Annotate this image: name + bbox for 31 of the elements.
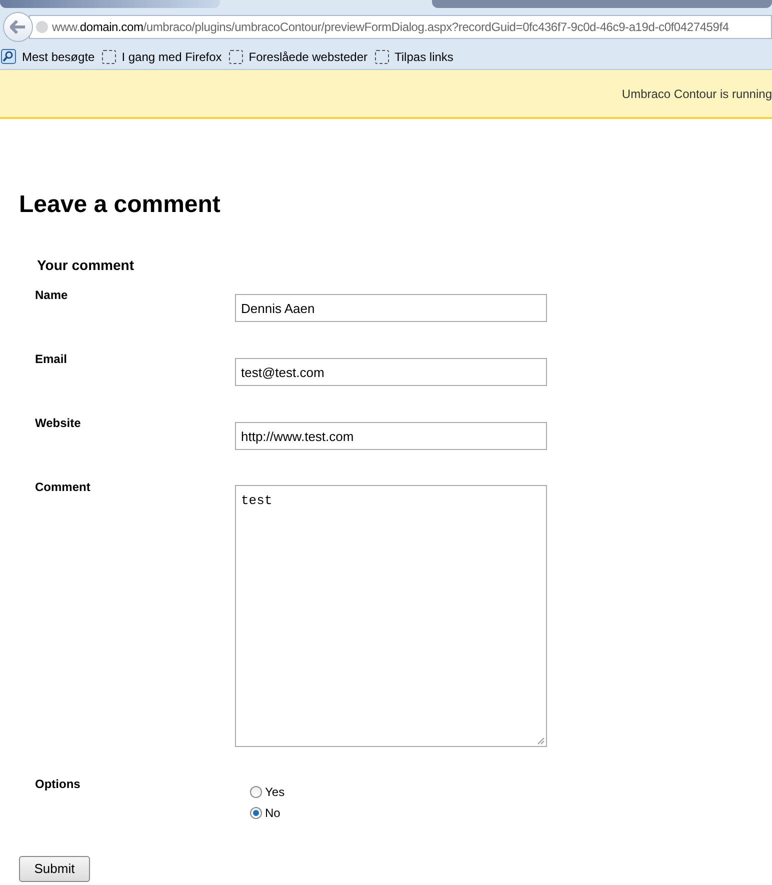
bookmark-link[interactable]: Mest besøgte bbox=[22, 48, 95, 66]
resize-grip-icon bbox=[537, 737, 545, 745]
bookmark-icon bbox=[228, 50, 243, 64]
text-field[interactable]: Dennis Aaen bbox=[235, 294, 547, 322]
field-label: Name bbox=[35, 287, 69, 304]
bookmark-link[interactable]: Foreslåede websteder bbox=[248, 48, 368, 66]
radio-button[interactable] bbox=[250, 807, 262, 819]
address-field[interactable]: www.domain.com/umbraco/plugins/umbracoContour/previewFormDialog.aspx?recordGuid=0fc436f7-9c0d-46c9-a19d-c0f0427459f4 bbox=[29, 15, 772, 39]
section-legend: Your comment bbox=[37, 255, 772, 276]
field-label: Options bbox=[35, 776, 82, 793]
bookmark-icon bbox=[374, 50, 388, 64]
field-label: Website bbox=[35, 415, 82, 432]
search-icon bbox=[1, 49, 16, 64]
text-field[interactable]: test@test.com bbox=[235, 358, 547, 386]
url-text: www.domain.com/umbraco/plugins/umbracoContour/previewFormDialog.aspx?recordGuid=0fc436f7-9c0d-46c9-a19d-c0f0427459f4 bbox=[52, 19, 729, 36]
comment-field[interactable]: test bbox=[235, 485, 547, 747]
bookmark-link[interactable]: I gang med Firefox bbox=[122, 48, 222, 66]
notice-text: Umbraco Contour is running bbox=[622, 86, 772, 102]
field-label: Comment bbox=[35, 479, 92, 496]
form-title: Leave a comment bbox=[19, 191, 222, 219]
radio-label: No bbox=[265, 805, 280, 822]
field-label: Email bbox=[35, 351, 68, 368]
submit-button[interactable]: Submit bbox=[19, 856, 90, 882]
text-field[interactable]: http://www.test.com bbox=[235, 422, 547, 450]
radio-label: Yes bbox=[265, 784, 285, 801]
radio-button[interactable] bbox=[250, 786, 262, 798]
back-button[interactable] bbox=[3, 12, 33, 42]
globe-icon bbox=[36, 21, 48, 33]
bookmark-link[interactable]: Tilpas links bbox=[394, 48, 454, 66]
bookmark-icon bbox=[102, 50, 116, 64]
back-arrow-icon bbox=[10, 20, 26, 34]
